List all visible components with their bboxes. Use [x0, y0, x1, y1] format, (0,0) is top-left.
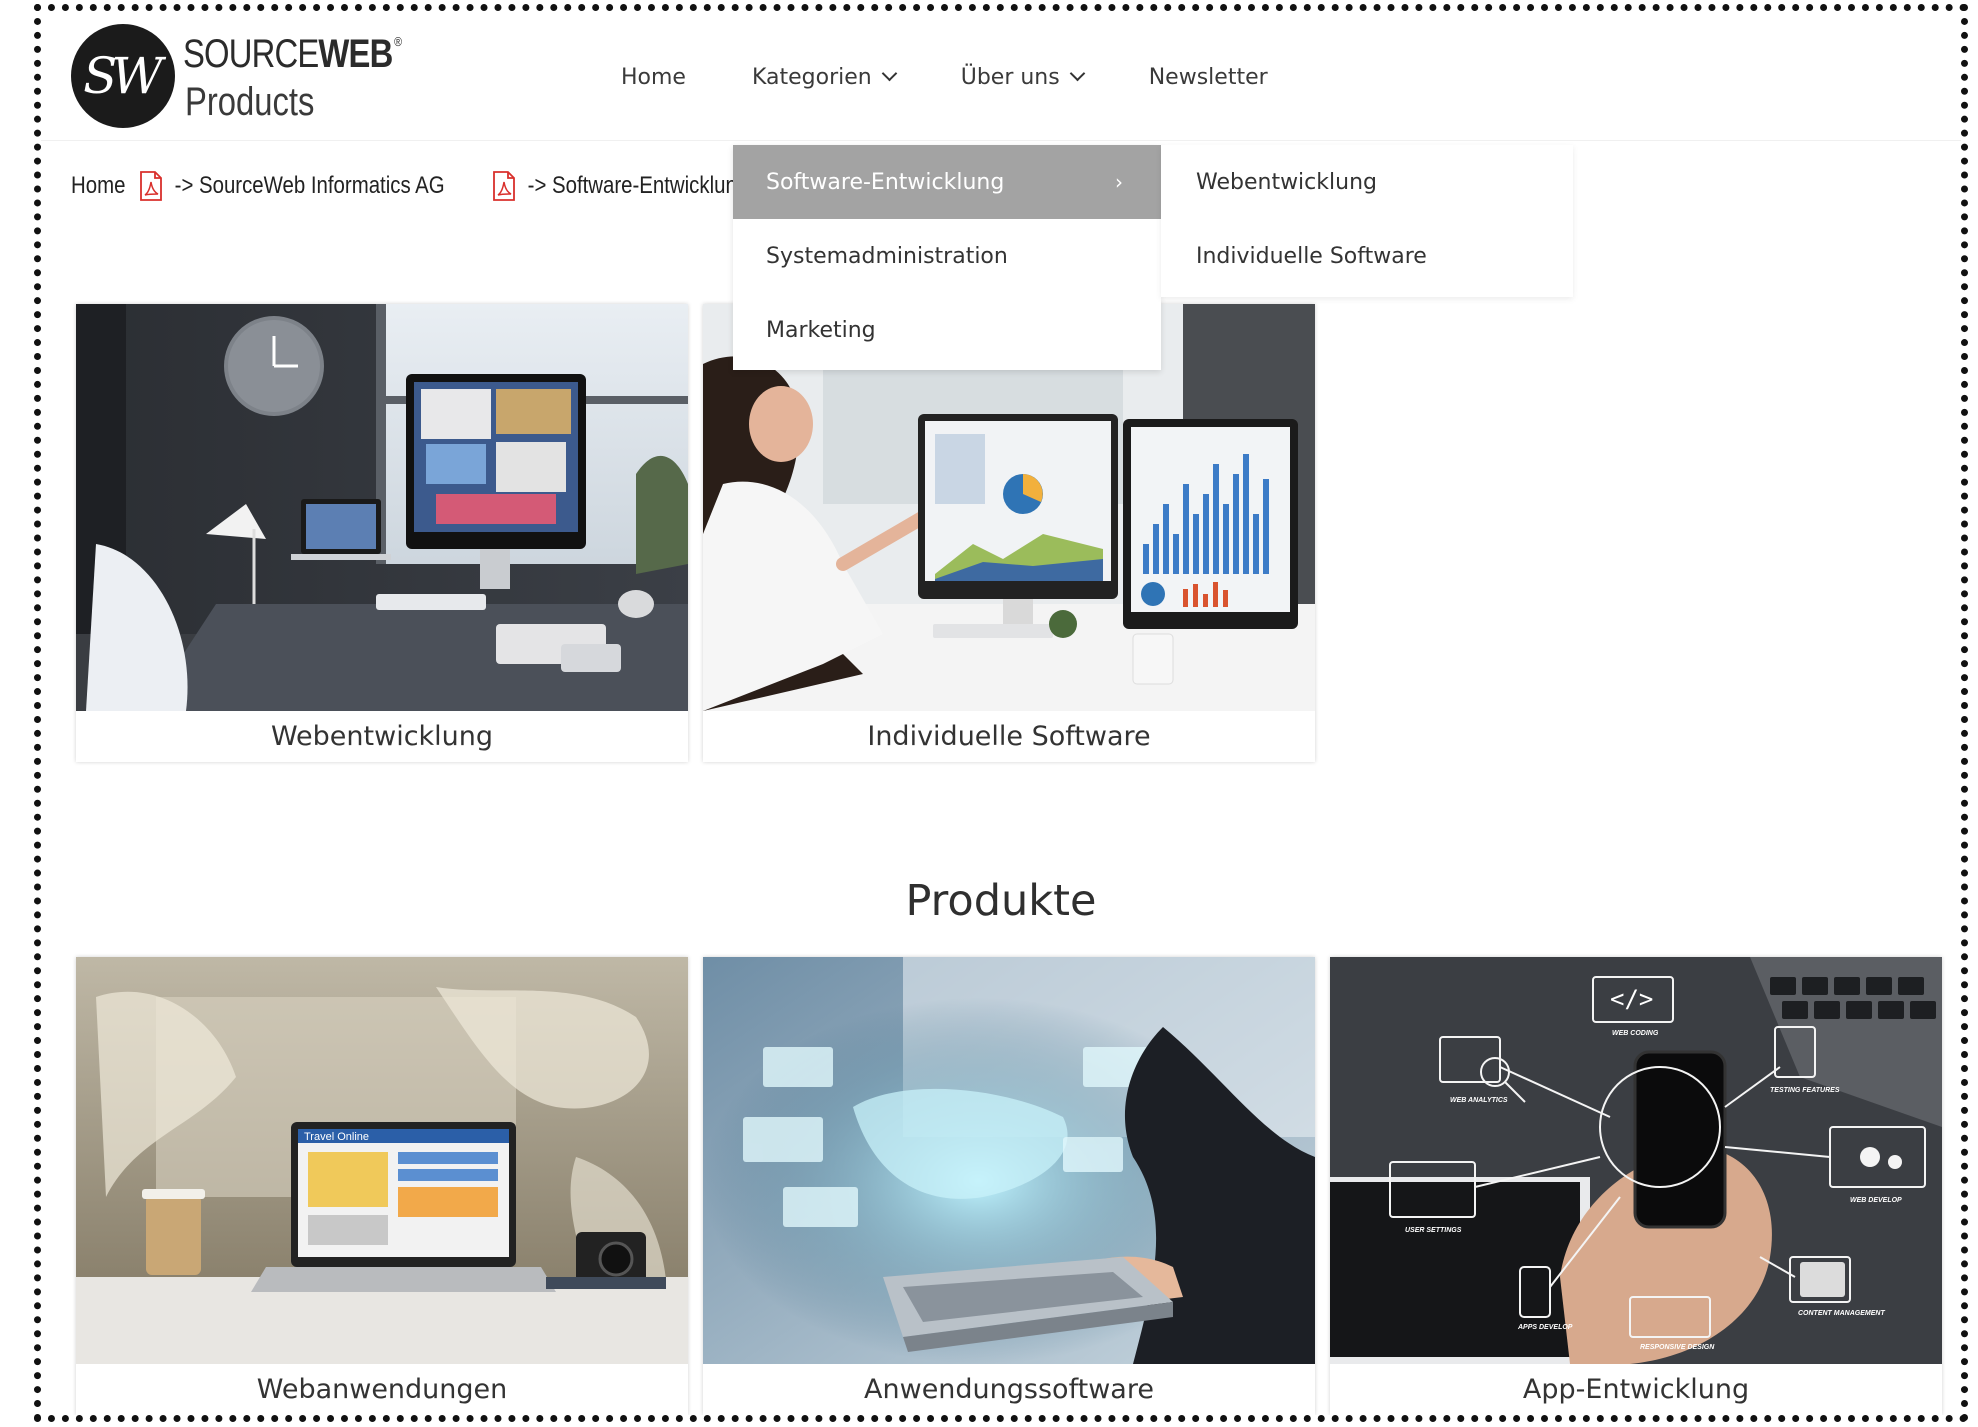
smartphone-icons-image: </> WEB CODING WEB ANALYTICS TESTING FEA… [1330, 957, 1942, 1364]
site-logo[interactable]: SW SOURCEWEB ® Products [71, 24, 411, 129]
breadcrumb-separator: -> [527, 172, 547, 199]
icon-caption: USER SETTINGS [1405, 1227, 1462, 1234]
pdf-icon[interactable] [139, 171, 163, 201]
icon-caption: WEB ANALYTICS [1450, 1097, 1508, 1104]
nav-kategorien[interactable]: Kategorien [751, 64, 897, 90]
breadcrumb-company[interactable]: SourceWeb Informatics AG [199, 172, 445, 200]
icon-caption: WEB DEVELOP [1850, 1197, 1902, 1204]
laptop-travel-image: Travel Online [76, 957, 688, 1364]
breadcrumb-separator: -> [174, 172, 194, 199]
icon-caption: CONTENT MANAGEMENT [1798, 1310, 1885, 1317]
icon-caption: WEB CODING [1612, 1030, 1659, 1037]
logo-word-source: SOURCE [183, 32, 319, 76]
kategorien-dropdown: Software-Entwicklung › Systemadministrat… [733, 145, 1161, 370]
logo-wordmark: SOURCEWEB ® [183, 32, 402, 77]
category-label: Individuelle Software [867, 721, 1151, 752]
product-label: Webanwendungen [256, 1374, 508, 1405]
desk-workspace-image [76, 304, 688, 711]
dropdown-item-marketing[interactable]: Marketing [733, 293, 1161, 367]
dropdown-item-label: Software-Entwicklung [766, 169, 1005, 195]
product-card-webanwendungen[interactable]: Travel Online Webanwendungen [76, 957, 688, 1415]
product-card-anwendungssoftware[interactable]: Anwendungssoftware [703, 957, 1315, 1415]
nav-kategorien-label: Kategorien [751, 64, 872, 90]
main-nav: Home Kategorien Über uns Newsletter [621, 57, 1334, 97]
product-label: App-Entwicklung [1522, 1374, 1750, 1405]
chevron-right-icon: › [1115, 170, 1123, 194]
logo-word-web: WEB [318, 32, 393, 76]
breadcrumb-current[interactable]: Software-Entwicklung [552, 172, 748, 200]
breadcrumb: Home -> SourceWeb Informatics AG -> Soft… [71, 171, 817, 201]
submenu-item-individuelle-software[interactable]: Individuelle Software [1161, 219, 1573, 293]
registered-mark: ® [394, 34, 402, 49]
laptop-screen-text: Travel Online [304, 1131, 369, 1143]
nav-newsletter[interactable]: Newsletter [1149, 65, 1268, 90]
chevron-down-icon [1069, 65, 1085, 81]
product-card-app-entwicklung[interactable]: </> WEB CODING WEB ANALYTICS TESTING FEA… [1330, 957, 1942, 1415]
site-header: SW SOURCEWEB ® Products Home Kategorien Ü… [41, 11, 1961, 141]
submenu-item-label: Webentwicklung [1196, 169, 1377, 195]
product-label: Anwendungssoftware [864, 1374, 1154, 1405]
icon-caption: TESTING FEATURES [1770, 1087, 1840, 1094]
breadcrumb-home[interactable]: Home [71, 172, 125, 200]
icon-caption: APPS DEVELOP [1517, 1324, 1573, 1331]
logo-subtitle: Products [185, 80, 315, 124]
dropdown-item-label: Systemadministration [766, 243, 1008, 269]
submenu-item-label: Individuelle Software [1196, 243, 1427, 269]
nav-ueber-uns[interactable]: Über uns [960, 64, 1085, 90]
digital-world-laptop-image [703, 957, 1315, 1364]
pdf-icon[interactable] [492, 171, 516, 201]
nav-home-label: Home [621, 64, 686, 90]
dropdown-item-software-entwicklung[interactable]: Software-Entwicklung › [733, 145, 1161, 219]
dropdown-item-systemadministration[interactable]: Systemadministration [733, 219, 1161, 293]
category-card-individuelle-software[interactable]: Individuelle Software [703, 304, 1315, 762]
category-card-webentwicklung[interactable]: Webentwicklung [76, 304, 688, 762]
dropdown-item-label: Marketing [766, 317, 876, 343]
products-heading: Produkte [905, 876, 1097, 926]
chevron-down-icon [881, 65, 897, 81]
submenu-item-webentwicklung[interactable]: Webentwicklung [1161, 145, 1573, 219]
nav-home[interactable]: Home [621, 65, 686, 90]
code-icon-text: </> [1610, 985, 1653, 1013]
nav-newsletter-label: Newsletter [1148, 64, 1268, 90]
icon-caption: RESPONSIVE DESIGN [1640, 1344, 1715, 1351]
page-frame: SW SOURCEWEB ® Products Home Kategorien Ü… [34, 4, 1968, 1422]
software-entwicklung-submenu: Webentwicklung Individuelle Software [1161, 145, 1573, 297]
category-label: Webentwicklung [270, 721, 494, 752]
logo-mark: SW [71, 24, 175, 128]
nav-ueber-uns-label: Über uns [960, 64, 1060, 90]
